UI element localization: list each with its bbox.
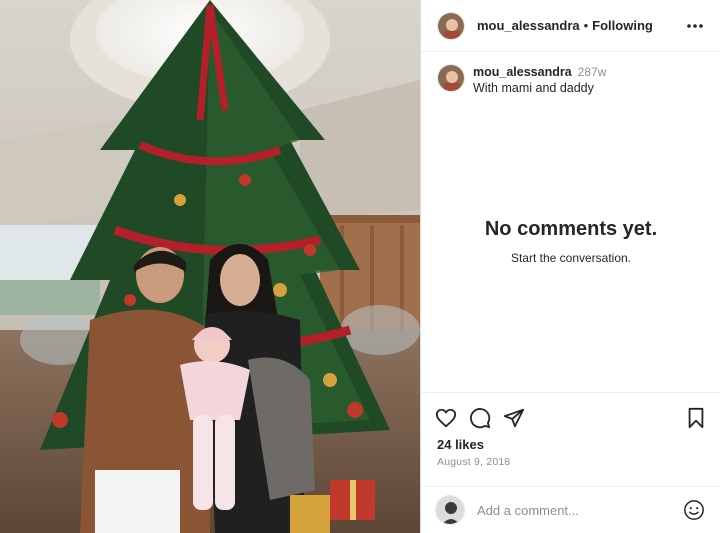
post-header: mou_alessandra • Following xyxy=(421,0,720,52)
caption-meta: mou_alessandra 287w xyxy=(473,64,606,80)
no-comments-subtitle: Start the conversation. xyxy=(510,251,632,265)
like-button[interactable] xyxy=(433,405,459,431)
no-comments-title: No comments yet. xyxy=(484,218,658,240)
post-sidebar: mou_alessandra • Following mou_alessandr… xyxy=(420,0,720,533)
header-separator: • xyxy=(583,18,589,33)
christmas-family-photo xyxy=(0,0,420,533)
action-icons-row xyxy=(433,405,709,431)
caption-body: With mami and daddy xyxy=(473,81,594,95)
instagram-post-view: mou_alessandra • Following mou_alessandr… xyxy=(0,0,720,533)
header-username[interactable]: mou_alessandra xyxy=(477,18,580,33)
profile-picture xyxy=(438,65,464,91)
viewer-avatar xyxy=(435,495,465,525)
caption-age[interactable]: 287w xyxy=(578,65,607,79)
more-options-button[interactable] xyxy=(683,14,707,38)
post-photo[interactable] xyxy=(0,0,420,533)
comment-icon xyxy=(470,408,491,429)
share-icon xyxy=(503,408,525,428)
following-button[interactable]: Following xyxy=(592,18,653,33)
avatar[interactable] xyxy=(437,11,465,40)
smiley-icon xyxy=(684,500,704,520)
comment-button[interactable] xyxy=(467,405,493,431)
likes-count[interactable]: 24 likes xyxy=(437,437,484,452)
post-caption: mou_alessandra 287w With mami and daddy xyxy=(437,64,707,96)
comment-composer xyxy=(421,486,720,533)
caption-avatar[interactable] xyxy=(437,64,465,92)
emoji-button[interactable] xyxy=(681,497,707,523)
comment-input[interactable] xyxy=(477,502,677,518)
no-comments-state: No comments yet. Start the conversation. xyxy=(421,218,720,265)
heart-icon xyxy=(435,408,457,428)
caption-username[interactable]: mou_alessandra xyxy=(473,65,572,79)
share-button[interactable] xyxy=(501,405,527,431)
viewer-profile-picture xyxy=(436,496,464,524)
save-button[interactable] xyxy=(683,405,709,431)
bookmark-icon xyxy=(688,407,704,429)
post-date[interactable]: August 9, 2018 xyxy=(437,456,510,468)
caption-text-block: mou_alessandra 287w With mami and daddy xyxy=(473,64,606,96)
more-dots-icon xyxy=(687,24,703,28)
profile-picture xyxy=(438,12,464,39)
